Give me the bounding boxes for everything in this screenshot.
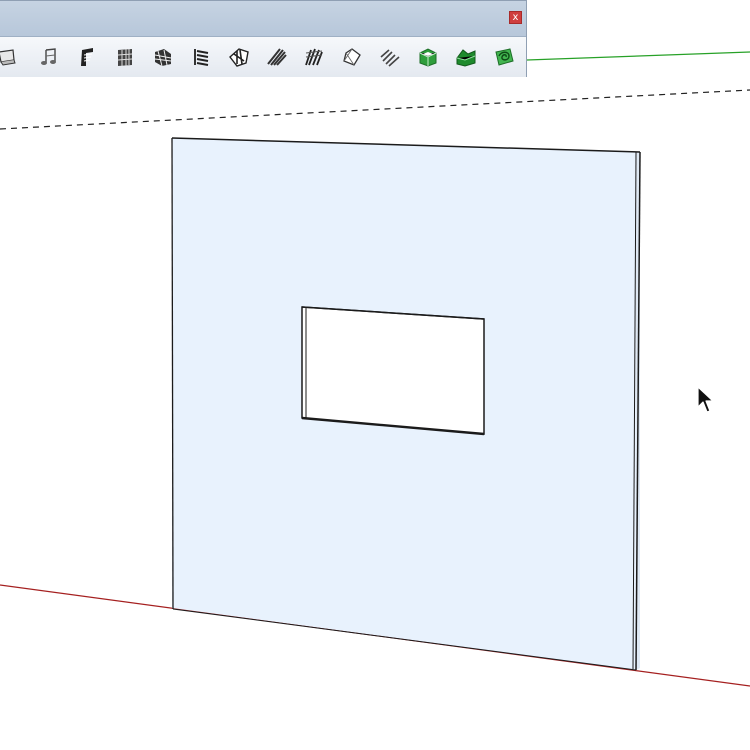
green-box-icon[interactable] (417, 46, 439, 68)
green-axis-line (526, 51, 750, 61)
flip-edge-icon[interactable] (228, 46, 250, 68)
close-button[interactable]: x (509, 11, 522, 24)
select-arrow-cursor-icon (697, 386, 714, 413)
smoove-icon[interactable] (76, 46, 98, 68)
green-swirl-icon[interactable] (493, 46, 515, 68)
green-terrain-icon[interactable] (455, 46, 477, 68)
dashed-axis-line (0, 89, 750, 130)
sandbox-toolbar-window: x (0, 0, 527, 77)
stamp-icon[interactable] (114, 46, 136, 68)
scratch-grid-icon[interactable] (39, 46, 61, 68)
hatch-lines-icon[interactable] (266, 46, 288, 68)
add-detail-icon[interactable] (190, 46, 212, 68)
contour-sheet-icon[interactable] (0, 46, 19, 68)
model-scene[interactable] (0, 0, 750, 750)
toolbar-icon-row (0, 37, 526, 77)
drawing-viewport[interactable]: x (0, 0, 750, 750)
diamond-icon[interactable] (341, 46, 363, 68)
fan-lines-icon[interactable] (303, 46, 325, 68)
window-opening[interactable] (301, 306, 485, 435)
multi-line-icon[interactable] (379, 46, 401, 68)
drape-icon[interactable] (152, 46, 174, 68)
toolbar-title-bar[interactable]: x (0, 1, 526, 37)
